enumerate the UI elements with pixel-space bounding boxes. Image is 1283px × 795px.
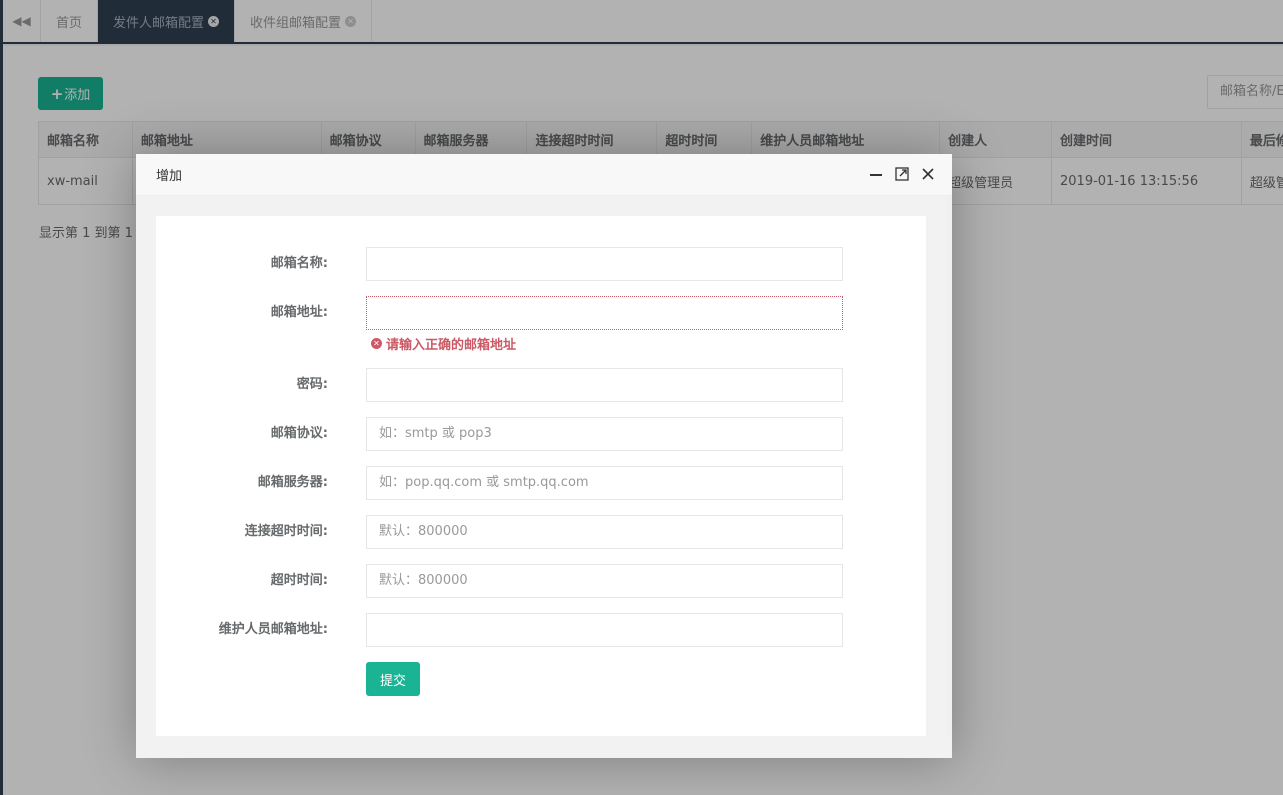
maintainer-email-input[interactable]: [366, 613, 843, 647]
field-label: 邮箱协议:: [270, 426, 328, 441]
error-circle-icon: ✕: [371, 338, 382, 349]
error-text: 请输入正确的邮箱地址: [386, 338, 517, 353]
timeout-input[interactable]: 默认：800000: [366, 564, 843, 598]
modal-form: 邮箱名称: 邮箱地址: ✕ 请输入正确的邮箱地址 密码: 邮箱协议: 如：smt…: [156, 216, 926, 736]
field-label: 维护人员邮箱地址:: [218, 622, 328, 637]
server-input[interactable]: 如：pop.qq.com 或 smtp.qq.com: [366, 466, 843, 500]
connect-timeout-input[interactable]: 默认：800000: [366, 515, 843, 549]
modal-controls: [868, 166, 936, 182]
close-icon[interactable]: [920, 166, 936, 182]
mail-address-input[interactable]: [366, 296, 843, 330]
field-label: 超时时间:: [270, 573, 328, 588]
field-label: 邮箱名称:: [270, 256, 328, 271]
mail-name-input[interactable]: [366, 247, 843, 281]
protocol-input[interactable]: 如：smtp 或 pop3: [366, 417, 843, 451]
modal-title: 增加: [156, 169, 183, 184]
maximize-icon[interactable]: [894, 166, 910, 182]
field-label: 连接超时时间:: [244, 524, 328, 539]
field-label: 密码:: [296, 377, 328, 392]
field-label: 邮箱服务器:: [257, 475, 328, 490]
password-input[interactable]: [366, 368, 843, 402]
submit-button[interactable]: 提交: [366, 662, 420, 696]
field-label: 邮箱地址:: [270, 305, 328, 320]
modal-scrollbar[interactable]: [946, 196, 952, 736]
mail-address-error: ✕ 请输入正确的邮箱地址: [371, 334, 516, 353]
modal-header[interactable]: 增加: [136, 154, 952, 196]
minimize-icon[interactable]: [868, 166, 884, 182]
add-modal: 增加 邮箱名称: 邮箱地址: ✕ 请输入正确的邮箱地址 密码: 邮箱协议: 如：…: [136, 154, 952, 758]
